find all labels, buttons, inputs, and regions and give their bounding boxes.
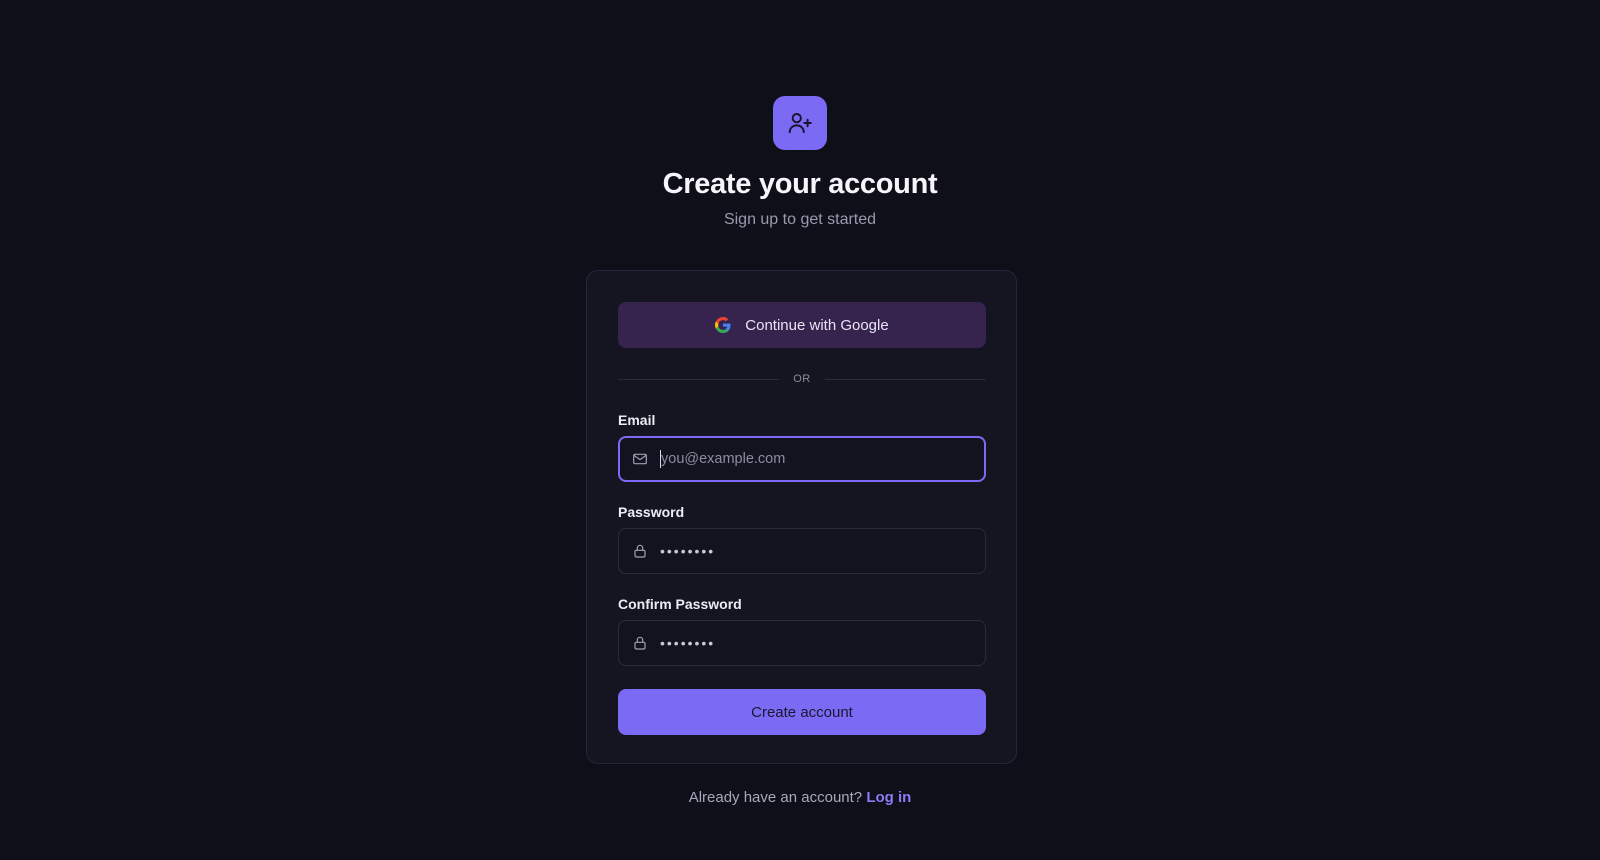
signup-page: Create your account Sign up to get start… (0, 0, 1600, 860)
divider-text: OR (793, 373, 811, 385)
signup-card: Continue with Google OR Email Password (586, 270, 1017, 764)
lock-icon (632, 543, 648, 559)
google-signin-button[interactable]: Continue with Google (618, 302, 986, 348)
confirm-password-input[interactable] (660, 621, 985, 665)
email-label: Email (618, 412, 656, 428)
login-prompt: Already have an account? Log in (0, 789, 1600, 806)
confirm-password-field[interactable] (618, 620, 986, 666)
mail-icon (632, 451, 648, 467)
page-subtitle: Sign up to get started (723, 211, 877, 228)
password-input[interactable] (660, 529, 985, 573)
page-title: Create your account (662, 168, 938, 200)
password-field[interactable] (618, 528, 986, 574)
login-link[interactable]: Log in (866, 789, 911, 806)
lock-icon (632, 635, 648, 651)
email-field[interactable] (618, 436, 986, 482)
email-input[interactable] (661, 438, 984, 480)
divider-line-left (618, 378, 780, 380)
divider-line-right (824, 378, 986, 380)
confirm-password-label: Confirm Password (618, 596, 742, 612)
user-plus-icon (787, 110, 813, 136)
google-icon (715, 317, 731, 333)
create-account-button[interactable]: Create account (618, 689, 986, 735)
login-prompt-text: Already have an account? (688, 789, 863, 806)
password-label: Password (618, 504, 685, 520)
or-divider: OR (618, 371, 986, 387)
logo-tile (773, 96, 827, 150)
google-button-label: Continue with Google (745, 316, 889, 334)
signup-header: Create your account Sign up to get start… (0, 96, 1600, 229)
